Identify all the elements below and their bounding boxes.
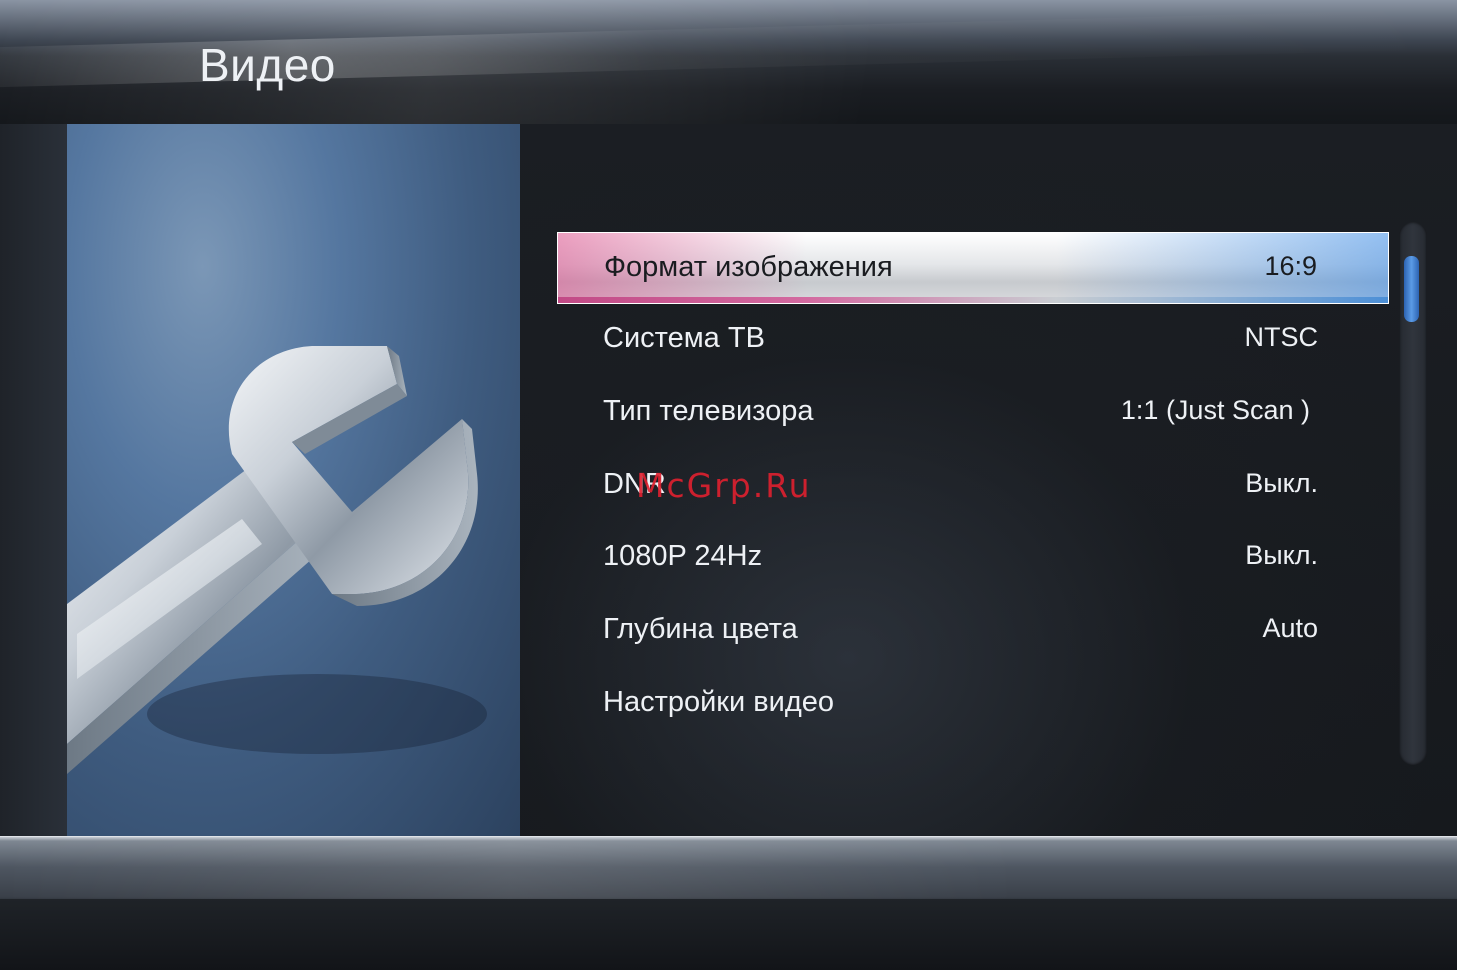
header-bar: Видео xyxy=(0,0,1457,125)
footer-decoration xyxy=(0,837,1457,899)
left-edge-panel xyxy=(0,124,67,836)
menu-item-tv-type[interactable]: Тип телевизора 1:1 (Just Scan ) xyxy=(557,377,1389,450)
menu-item-tv-system[interactable]: Система ТВ NTSC xyxy=(557,304,1389,377)
menu-item-value: NTSC xyxy=(1244,322,1319,352)
menu-item-value: Выкл. xyxy=(1245,540,1318,571)
page-title: Видео xyxy=(199,39,336,91)
menu-item-label: 1080P 24Hz xyxy=(603,540,763,573)
menu-item-value: 1:1 (Just Scan ) xyxy=(1120,394,1310,425)
menu-item-label: Формат изображения xyxy=(604,251,893,283)
video-settings-screen: Видео Формат изображения 16:9 Система ТВ… xyxy=(0,0,1457,970)
menu-item-label: Глубина цвета xyxy=(603,613,798,646)
menu-item-value: Выкл. xyxy=(1245,467,1318,498)
menu-item-value: Auto xyxy=(1262,613,1318,644)
menu-item-1080p-24hz[interactable]: 1080P 24Hz Выкл. xyxy=(557,522,1389,595)
wrench-icon xyxy=(67,346,487,774)
menu-item-image-format[interactable]: Формат изображения 16:9 xyxy=(557,232,1389,304)
menu-item-label: Настройки видео xyxy=(603,685,835,718)
scrollbar-thumb[interactable] xyxy=(1404,256,1419,322)
footer-bar xyxy=(0,836,1457,970)
footer-band xyxy=(0,899,1457,970)
menu-item-value: 16:9 xyxy=(1264,251,1317,281)
menu-item-label: Система ТВ xyxy=(603,322,765,354)
menu-item-label: Тип телевизора xyxy=(603,394,814,427)
watermark-text: McGrp.Ru xyxy=(636,466,812,505)
illustration-panel xyxy=(67,124,520,836)
menu-item-video-settings[interactable]: Настройки видео xyxy=(557,668,1389,741)
menu-item-color-depth[interactable]: Глубина цвета Auto xyxy=(557,595,1389,668)
